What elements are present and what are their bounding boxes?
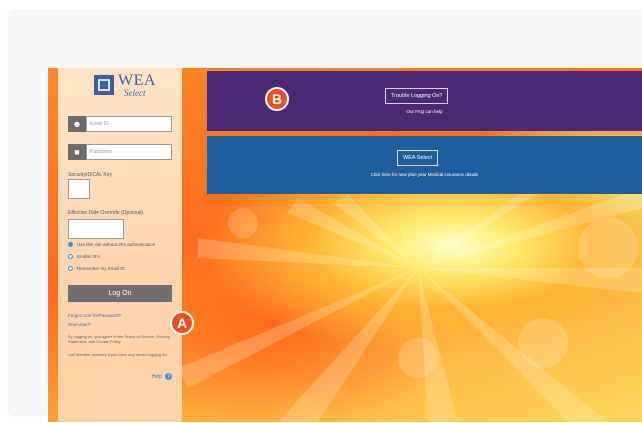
wea-select-banner: WEA Select Click here for new plan year … — [207, 136, 642, 194]
effective-date-label: Effective Date Override (Optional) — [68, 210, 143, 216]
bokeh-light — [398, 338, 438, 378]
wea-select-button[interactable]: WEA Select — [397, 150, 439, 166]
trouble-logging-button[interactable]: Trouble Logging On? — [385, 88, 449, 104]
help-link[interactable]: Help ? — [152, 373, 172, 380]
option-remember-device[interactable]: Use this site without 2FA authentication — [68, 242, 155, 247]
password-field[interactable]: ■ Password — [68, 144, 172, 160]
email-input[interactable]: Email ID — [86, 116, 172, 132]
email-field[interactable]: ☻ Email ID — [68, 116, 172, 132]
bokeh-light — [228, 208, 258, 238]
lock-icon: ■ — [68, 144, 86, 160]
logo-icon — [94, 75, 114, 95]
radio-icon[interactable] — [68, 254, 73, 259]
wea-select-logo: WEA Select — [94, 72, 174, 98]
option-2fa[interactable]: Enable 2FA — [68, 254, 100, 259]
radio-icon[interactable] — [68, 242, 73, 247]
bokeh-light — [518, 318, 568, 368]
help-icon: ? — [165, 373, 172, 380]
terms-note: By logging on, you agree to the Terms of… — [68, 334, 170, 344]
log-on-button[interactable]: Log On — [68, 285, 172, 302]
user-icon: ☻ — [68, 116, 86, 132]
login-screenshot: WEA Select ☻ Email ID ■ Password Securit… — [48, 68, 642, 422]
security-input[interactable] — [68, 179, 90, 199]
security-label: SecurityID/CAL Key — [68, 172, 112, 178]
logo-tagline: Select — [124, 88, 146, 98]
bokeh-light — [578, 218, 638, 278]
password-input[interactable]: Password — [86, 144, 172, 160]
login-panel: WEA Select ☻ Email ID ■ Password Securit… — [58, 68, 182, 422]
wea-select-banner-text: Click here for new plan year Medical ins… — [370, 172, 479, 177]
effective-date-input[interactable] — [68, 219, 124, 239]
checkbox-icon[interactable] — [68, 266, 73, 271]
callout-b: B — [265, 87, 289, 111]
forgot-link[interactable]: Forgot User ID/Password? — [68, 313, 121, 318]
new-user-link[interactable]: New User? — [68, 322, 90, 327]
option-remember-me[interactable]: Remember my Email ID — [68, 266, 125, 271]
callout-a: A — [170, 311, 194, 335]
contact-note: Call Member services if you have any iss… — [68, 352, 168, 357]
